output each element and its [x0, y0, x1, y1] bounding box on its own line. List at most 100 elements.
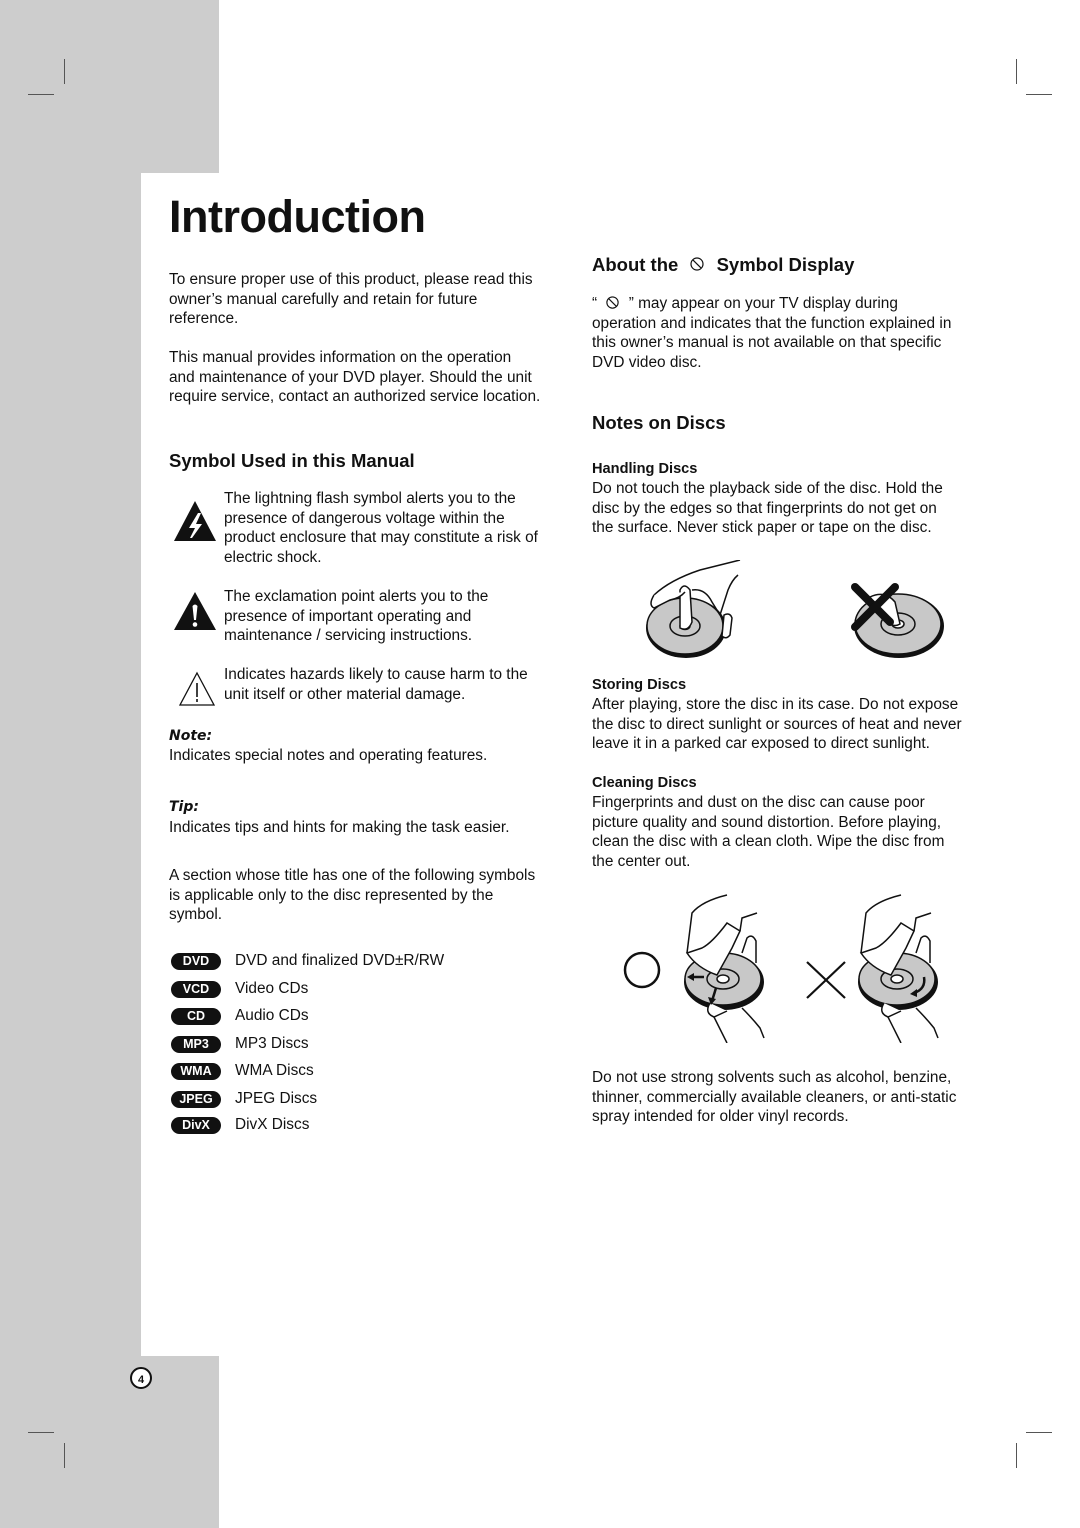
text-line: owner’s manual carefully and retain for … — [169, 290, 478, 308]
symbols-heading: Symbol Used in this Manual — [169, 450, 415, 471]
heading-text: Symbol Display — [716, 254, 855, 275]
text-line: “ ” may appear on your TV display during — [592, 294, 1002, 314]
crop-mark — [28, 94, 54, 95]
about-symbol-heading: About the Symbol Display — [592, 254, 854, 276]
text-line: clean the disc with a clean cloth. Wipe … — [592, 833, 945, 851]
disc-label: Video CDs — [235, 980, 309, 997]
storing-discs-text: After playing, store the disc in its cas… — [592, 695, 1012, 754]
disc-type-vcd: VCD Video CDs — [171, 979, 308, 999]
text-line: this owner’s manual is not available on … — [592, 334, 942, 352]
line-text: ” may appear on your TV display during — [628, 295, 898, 312]
disc-badge: MP3 — [171, 1035, 221, 1053]
text-line: DVD video disc. — [592, 353, 702, 371]
margin-band-top — [0, 0, 219, 173]
crop-mark — [28, 1432, 54, 1433]
symbol-description-exclamation: The exclamation point alerts you to the … — [224, 587, 569, 646]
text-line: picture quality and sound distortion. Be… — [592, 813, 942, 831]
symbol-description-caution: Indicates hazards likely to cause harm t… — [224, 665, 569, 704]
wipe-circular-wrong-illustration — [858, 894, 939, 1043]
crop-mark — [64, 1443, 65, 1468]
text-line: require service, contact an authorized s… — [169, 388, 541, 406]
text-line: and maintenance of your DVD player. Shou… — [169, 368, 532, 386]
disc-badge: WMA — [171, 1062, 221, 1080]
disc-type-wma: WMA WMA Discs — [171, 1061, 314, 1081]
text-line: After playing, store the disc in its cas… — [592, 696, 959, 713]
handling-discs-text: Do not touch the playback side of the di… — [592, 479, 1002, 538]
text-line: maintenance / servicing instructions. — [224, 627, 473, 645]
disc-type-cd: CD Audio CDs — [171, 1006, 309, 1026]
wipe-center-out-illustration — [684, 894, 765, 1043]
disc-label: MP3 Discs — [235, 1035, 309, 1052]
heading-text: About the — [592, 254, 679, 275]
text-line: electric shock. — [224, 548, 322, 566]
disc-label: Audio CDs — [235, 1007, 309, 1024]
text-line: The exclamation point alerts you to the — [224, 588, 489, 605]
text-line: the center out. — [592, 852, 691, 870]
section-symbols-intro: A section whose title has one of the fol… — [169, 866, 569, 925]
disc-touched-wrong-illustration — [851, 583, 944, 658]
page-title: Introduction — [169, 191, 426, 242]
text-line: To ensure proper use of this product, pl… — [169, 271, 533, 288]
page-number: 4 — [130, 1367, 152, 1389]
disc-badge: VCD — [171, 980, 221, 998]
text-line: Do not use strong solvents such as alcoh… — [592, 1069, 952, 1086]
notes-on-discs-heading: Notes on Discs — [592, 412, 726, 433]
text-line: Do not touch the playback side of the di… — [592, 480, 943, 497]
text-line: The lightning flash symbol alerts you to… — [224, 490, 516, 507]
disc-badge: DivX — [171, 1116, 221, 1134]
margin-band-bottom — [0, 1356, 219, 1528]
incorrect-x-icon — [806, 961, 846, 999]
exclamation-warning-icon — [174, 592, 216, 630]
disc-label: JPEG Discs — [235, 1090, 318, 1107]
lightning-warning-icon — [174, 501, 216, 541]
disc-type-dvd: DVD DVD and finalized DVD±R/RW — [171, 951, 444, 971]
note-label: Note: — [169, 728, 213, 744]
text-line: spray intended for older vinyl records. — [592, 1108, 849, 1126]
disc-badge: JPEG — [171, 1090, 221, 1108]
disc-held-by-edges-illustration — [646, 560, 741, 658]
note-description: Indicates special notes and operating fe… — [169, 747, 488, 764]
text-line: the disc to direct sunlight or sources o… — [592, 715, 962, 733]
text-line: leave it in a parked car exposed to dire… — [592, 735, 930, 753]
crop-mark — [64, 59, 65, 84]
text-line: This manual provides information on the … — [169, 349, 512, 366]
cleaning-discs-text: Fingerprints and dust on the disc can ca… — [592, 793, 1012, 871]
cleaning-discs-heading: Cleaning Discs — [592, 775, 697, 791]
text-line: symbol. — [169, 906, 223, 924]
text-line: unit itself or other material damage. — [224, 685, 466, 703]
text-line: presence of dangerous voltage within the — [224, 509, 505, 527]
crop-mark — [1026, 1432, 1052, 1433]
text-line: operation and indicates that the functio… — [592, 314, 952, 332]
about-symbol-description: “ ” may appear on your TV display during… — [592, 294, 1002, 372]
disc-badge: CD — [171, 1007, 221, 1025]
disc-label: DVD and finalized DVD±R/RW — [235, 952, 445, 969]
prohibited-symbol-icon — [606, 296, 620, 309]
tip-description: Indicates tips and hints for making the … — [169, 819, 510, 836]
text-line: presence of important operating and — [224, 607, 472, 625]
caution-outline-icon — [178, 671, 216, 706]
text-line: product enclosure that may constitute a … — [224, 529, 538, 547]
text-line: Fingerprints and dust on the disc can ca… — [592, 794, 925, 811]
text-line: reference. — [169, 310, 239, 328]
storing-discs-heading: Storing Discs — [592, 677, 687, 693]
disc-type-jpeg: JPEG JPEG Discs — [171, 1089, 317, 1109]
intro-paragraph-1: To ensure proper use of this product, pl… — [169, 270, 569, 329]
disc-label: DivX Discs — [235, 1116, 310, 1133]
text-line: A section whose title has one of the fol… — [169, 867, 536, 884]
text-line: is applicable only to the disc represent… — [169, 886, 494, 904]
solvents-warning-text: Do not use strong solvents such as alcoh… — [592, 1068, 1012, 1127]
crop-mark — [1016, 1443, 1017, 1468]
tip-label: Tip: — [169, 799, 199, 815]
text-line: disc by the edges so that fingerprints d… — [592, 499, 937, 517]
text-line: thinner, commercially available cleaners… — [592, 1088, 957, 1106]
symbol-description-lightning: The lightning flash symbol alerts you to… — [224, 489, 569, 567]
disc-label: WMA Discs — [235, 1062, 314, 1079]
disc-type-divx: DivX DivX Discs — [171, 1115, 309, 1135]
crop-mark — [1026, 94, 1052, 95]
text-line: the surface. Never stick paper or tape o… — [592, 519, 932, 537]
handling-discs-heading: Handling Discs — [592, 461, 698, 477]
prohibited-symbol-icon — [690, 257, 705, 271]
disc-type-mp3: MP3 MP3 Discs — [171, 1034, 309, 1054]
disc-badge: DVD — [171, 952, 221, 970]
open-quote: “ — [592, 295, 598, 312]
